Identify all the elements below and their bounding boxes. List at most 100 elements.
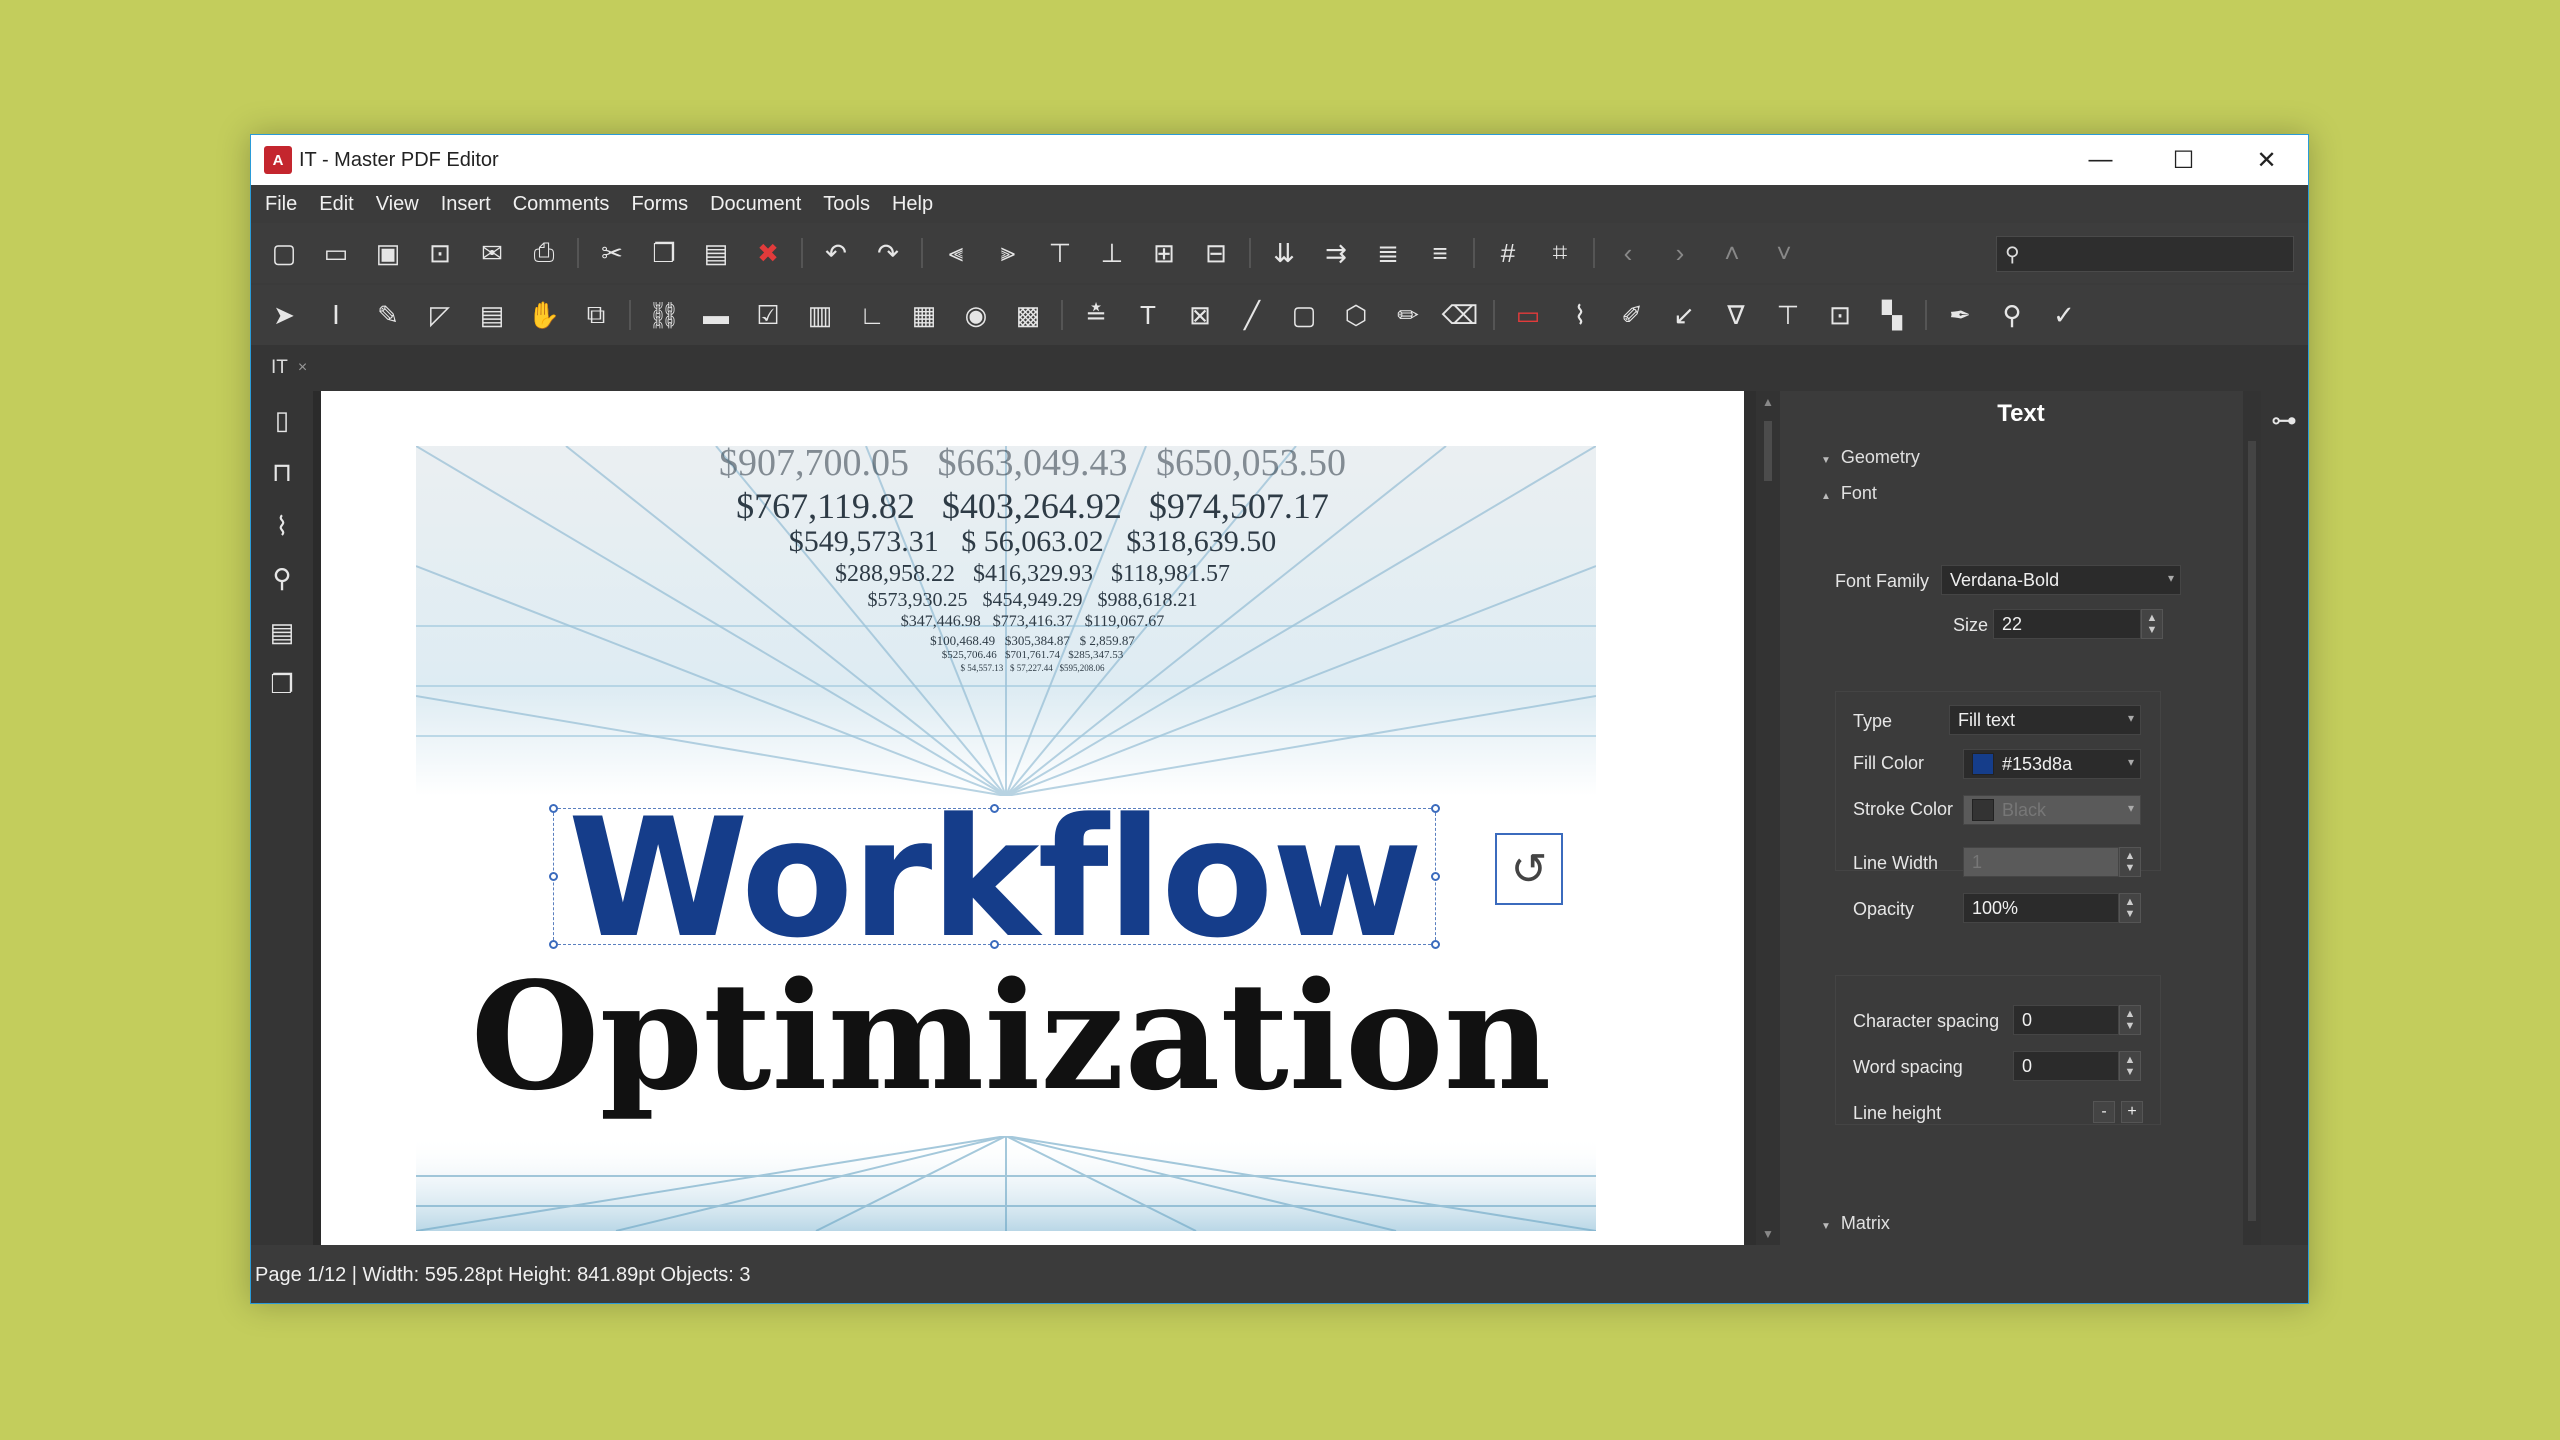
resize-handle[interactable] <box>1431 940 1440 949</box>
save-as-icon[interactable]: ⊡ <box>421 234 459 272</box>
menu-comments[interactable]: Comments <box>513 193 610 216</box>
resize-handle[interactable] <box>990 940 999 949</box>
menu-insert[interactable]: Insert <box>441 193 491 216</box>
eraser-icon[interactable]: ⌫ <box>1441 296 1479 334</box>
edit-text-icon[interactable]: ✎ <box>369 296 407 334</box>
pdf-page[interactable]: $907,700.05 $663,049.43 $650,053.50 $767… <box>321 391 1744 1245</box>
opacity-input[interactable]: 100% <box>1963 893 2119 923</box>
bookmark-icon[interactable]: ⊓ <box>263 453 301 491</box>
align-left-icon[interactable]: ⫷ <box>937 234 975 272</box>
fill-color-select[interactable]: #153d8a ▾ <box>1963 749 2141 779</box>
stroke-color-select[interactable]: Black ▾ <box>1963 795 2141 825</box>
arrange-back-icon[interactable]: ⇉ <box>1317 234 1355 272</box>
type-select[interactable]: Fill text ▾ <box>1949 705 2141 735</box>
form-icon[interactable]: ▤ <box>473 296 511 334</box>
resize-handle[interactable] <box>549 940 558 949</box>
search-input[interactable]: ⚲ <box>1996 236 2294 272</box>
maximize-button[interactable]: ☐ <box>2142 135 2225 185</box>
text-tool-icon[interactable]: T <box>1129 296 1167 334</box>
check-icon[interactable]: ✓ <box>2045 296 2083 334</box>
print-icon[interactable]: ⎙ <box>525 234 563 272</box>
title-text-optimization[interactable]: Optimization <box>381 951 1641 1121</box>
font-family-select[interactable]: Verdana-Bold ▾ <box>1941 565 2181 595</box>
menu-file[interactable]: File <box>265 193 297 216</box>
paste-icon[interactable]: ▤ <box>697 234 735 272</box>
page-up-icon[interactable]: ˄ <box>1713 234 1751 272</box>
select-arrow-icon[interactable]: ➤ <box>265 296 303 334</box>
layers-icon[interactable]: ▤ <box>263 613 301 651</box>
document-view[interactable]: $907,700.05 $663,049.43 $650,053.50 $767… <box>321 391 1756 1245</box>
copy-icon[interactable]: ❐ <box>645 234 683 272</box>
delete-icon[interactable]: ✖ <box>749 234 787 272</box>
panel-scrollbar[interactable] <box>2243 391 2261 1245</box>
align-middle-icon[interactable]: ⊟ <box>1197 234 1235 272</box>
combo-box-icon[interactable]: ▥ <box>801 296 839 334</box>
font-size-input[interactable]: 22 <box>1993 609 2141 639</box>
align-right-icon[interactable]: ⫸ <box>989 234 1027 272</box>
text-select-icon[interactable]: Ⅰ <box>317 296 355 334</box>
character-spacing-input[interactable]: 0 <box>2013 1005 2119 1035</box>
search-icon[interactable]: ⚲ <box>263 559 301 597</box>
sign-icon[interactable]: ✒ <box>1941 296 1979 334</box>
pages-icon[interactable]: ▯ <box>263 401 301 439</box>
page-down-icon[interactable]: ˅ <box>1765 234 1803 272</box>
section-matrix[interactable]: ▼ Matrix <box>1821 1213 1890 1234</box>
add-text-icon[interactable]: ≛ <box>1077 296 1115 334</box>
menu-tools[interactable]: Tools <box>823 193 870 216</box>
checkbox-icon[interactable]: ☑ <box>749 296 787 334</box>
align-center-icon[interactable]: ⊞ <box>1145 234 1183 272</box>
section-font[interactable]: ▲ Font <box>1821 483 1877 504</box>
line-width-input[interactable]: 1 <box>1963 847 2119 877</box>
zoom-icon[interactable]: ⚲ <box>1993 296 2031 334</box>
qr-code-icon[interactable]: ▚ <box>1873 296 1911 334</box>
opacity-stepper[interactable]: ▲ ▼ <box>2119 893 2141 923</box>
highlight-icon[interactable]: ✐ <box>1613 296 1651 334</box>
cut-icon[interactable]: ✂ <box>593 234 631 272</box>
stamp-icon[interactable]: ⊡ <box>1821 296 1859 334</box>
comment-icon[interactable]: ▭ <box>1509 296 1547 334</box>
hand-tool-icon[interactable]: ✋ <box>525 296 563 334</box>
sidebar-splitter[interactable] <box>313 391 321 1245</box>
pencil-icon[interactable]: ✏ <box>1389 296 1427 334</box>
crop-icon[interactable]: ⧉ <box>577 296 615 334</box>
arrange-front-icon[interactable]: ⇊ <box>1265 234 1303 272</box>
document-scrollbar[interactable]: ▲ ▼ <box>1756 391 1780 1245</box>
arrow-tool-icon[interactable]: ↙ <box>1665 296 1703 334</box>
scroll-down-icon[interactable]: ▼ <box>1756 1227 1780 1241</box>
character-spacing-stepper[interactable]: ▲ ▼ <box>2119 1005 2141 1035</box>
menu-forms[interactable]: Forms <box>631 193 688 216</box>
edit-object-icon[interactable]: ◸ <box>421 296 459 334</box>
menu-view[interactable]: View <box>376 193 419 216</box>
new-document-icon[interactable]: ▢ <box>265 234 303 272</box>
word-spacing-stepper[interactable]: ▲ ▼ <box>2119 1051 2141 1081</box>
word-spacing-input[interactable]: 0 <box>2013 1051 2119 1081</box>
tab-close-icon[interactable]: × <box>298 359 307 377</box>
image-tool-icon[interactable]: ⊠ <box>1181 296 1219 334</box>
arrange-backward-icon[interactable]: ≡ <box>1421 234 1459 272</box>
grid-snap-icon[interactable]: ⌗ <box>1541 234 1579 272</box>
textbox-icon[interactable]: ⊤ <box>1769 296 1807 334</box>
radio-button-icon[interactable]: ◉ <box>957 296 995 334</box>
polygon-tool-icon[interactable]: ⬡ <box>1337 296 1375 334</box>
rotate-icon[interactable]: ↺ <box>1495 833 1563 905</box>
line-tool-icon[interactable]: ╱ <box>1233 296 1271 334</box>
open-folder-icon[interactable]: ▭ <box>317 234 355 272</box>
close-button[interactable]: ✕ <box>2225 135 2308 185</box>
button-field-icon[interactable]: ▬ <box>697 296 735 334</box>
next-page-icon[interactable]: › <box>1661 234 1699 272</box>
line-height-decrease-button[interactable]: - <box>2093 1101 2115 1123</box>
link-icon[interactable]: ⛓ <box>645 296 683 334</box>
properties-toggle-icon[interactable]: ⊶ <box>2265 401 2303 439</box>
line-width-stepper[interactable]: ▲ ▼ <box>2119 847 2141 877</box>
menu-edit[interactable]: Edit <box>319 193 353 216</box>
resize-handle[interactable] <box>1431 872 1440 881</box>
align-bottom-icon[interactable]: ⊥ <box>1093 234 1131 272</box>
undo-icon[interactable]: ↶ <box>817 234 855 272</box>
minimize-button[interactable]: — <box>2059 135 2142 185</box>
tab-document[interactable]: IT × <box>261 351 317 385</box>
size-stepper[interactable]: ▲ ▼ <box>2141 609 2163 639</box>
rectangle-tool-icon[interactable]: ▢ <box>1285 296 1323 334</box>
email-icon[interactable]: ✉ <box>473 234 511 272</box>
grid-icon[interactable]: # <box>1489 234 1527 272</box>
text-field-icon[interactable]: ▦ <box>905 296 943 334</box>
